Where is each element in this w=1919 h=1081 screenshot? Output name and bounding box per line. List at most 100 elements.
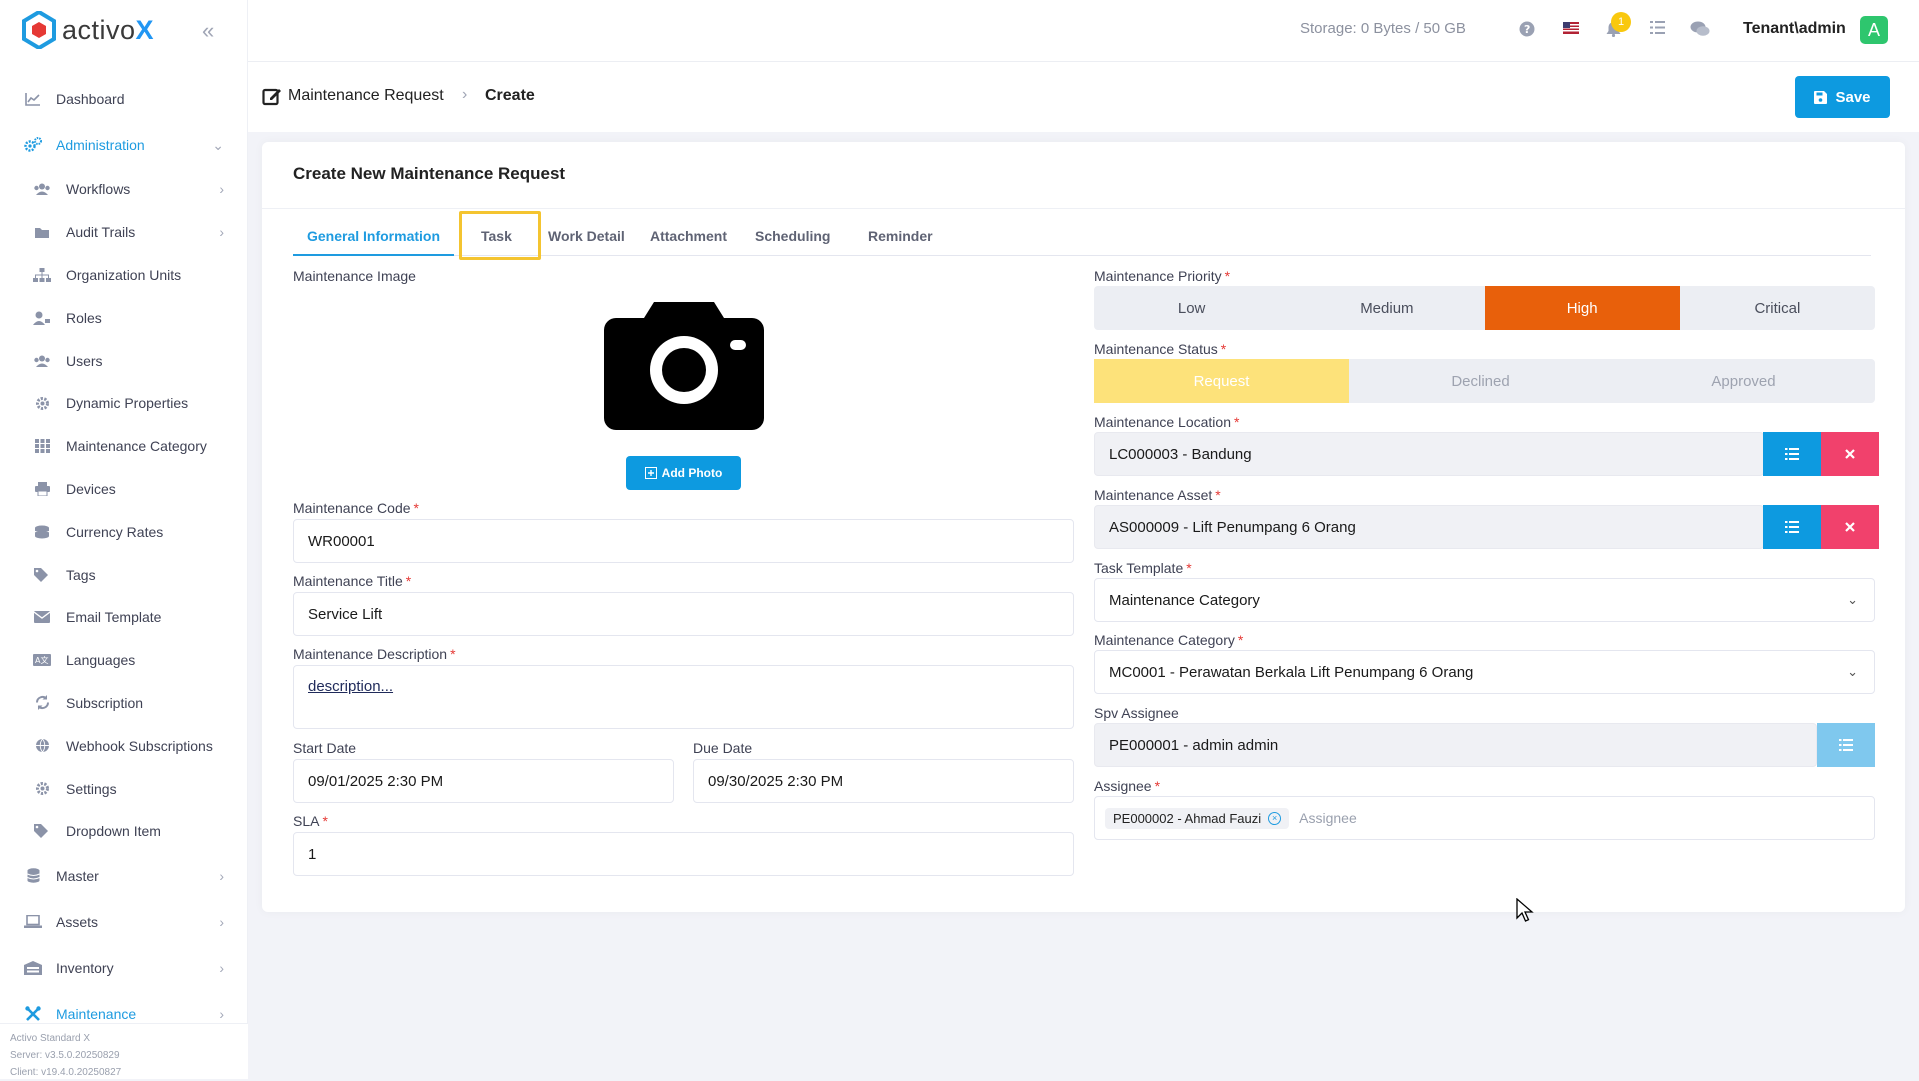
sidebar-item-tags[interactable]: Tags [0, 553, 248, 596]
sidebar-item-email-template[interactable]: Email Template [0, 596, 248, 639]
start-date-input[interactable]: 09/01/2025 2:30 PM [293, 759, 674, 803]
maintenance-description-textarea[interactable]: description... [293, 665, 1074, 729]
status-approved-option[interactable]: Approved [1612, 359, 1875, 403]
task-template-select[interactable]: Maintenance Category ⌄ [1094, 578, 1875, 622]
assignee-chip-label: PE000002 - Ahmad Fauzi [1113, 810, 1262, 826]
location-clear-button[interactable] [1821, 432, 1879, 476]
sidebar-item-label: Tags [66, 566, 96, 583]
current-user[interactable]: Tenant\admin [1743, 20, 1846, 38]
sla-input[interactable]: 1 [293, 832, 1074, 876]
maintenance-code-input[interactable]: WR00001 [293, 519, 1074, 563]
sidebar-item-languages[interactable]: A文 Languages [0, 639, 248, 682]
asset-lookup-button[interactable] [1763, 505, 1821, 549]
sidebar-item-label: Maintenance Category [66, 438, 207, 455]
sidebar-item-workflows[interactable]: Workflows › [0, 168, 248, 211]
gear-icon [31, 394, 53, 412]
sidebar-item-label: Users [66, 352, 103, 369]
chevron-down-icon: ⌄ [1847, 592, 1858, 607]
priority-low-option[interactable]: Low [1094, 286, 1289, 330]
help-icon[interactable]: ? [1518, 21, 1536, 39]
location-input[interactable]: LC000003 - Bandung [1094, 432, 1764, 476]
chevron-right-icon: › [219, 1005, 224, 1022]
sidebar-item-dropdown-item[interactable]: Dropdown Item [0, 810, 248, 853]
camera-icon [604, 302, 764, 430]
page-title: Create New Maintenance Request [293, 164, 566, 183]
sidebar-item-maintenance-category[interactable]: Maintenance Category [0, 425, 248, 468]
sidebar-item-administration[interactable]: Administration ⌄ [0, 122, 248, 168]
priority-high-option[interactable]: High [1484, 286, 1680, 330]
save-button[interactable]: Save [1795, 76, 1890, 118]
collapse-sidebar-icon[interactable]: « [202, 18, 214, 44]
location-label: Maintenance Location * [1094, 414, 1240, 430]
list-icon [1785, 521, 1799, 533]
edit-icon [262, 86, 282, 106]
grid-icon [31, 437, 53, 455]
priority-medium-option[interactable]: Medium [1289, 286, 1484, 330]
avatar[interactable]: A [1860, 16, 1888, 44]
sitemap-icon [31, 266, 53, 284]
client-version: Client: v19.4.0.20250827 [10, 1067, 122, 1078]
sidebar-item-organization-units[interactable]: Organization Units [0, 254, 248, 297]
sidebar-item-dashboard[interactable]: Dashboard [0, 76, 248, 122]
sidebar-item-audit-trails[interactable]: Audit Trails › [0, 211, 248, 254]
sidebar-item-users[interactable]: Users [0, 339, 248, 382]
asset-input[interactable]: AS000009 - Lift Penumpang 6 Orang [1094, 505, 1764, 549]
remove-chip-icon[interactable]: × [1268, 811, 1282, 825]
us-flag-icon[interactable] [1562, 21, 1580, 39]
image-add-icon [644, 467, 657, 479]
sidebar-item-devices[interactable]: Devices [0, 468, 248, 511]
sidebar-item-label: Subscription [66, 694, 144, 711]
location-lookup-button[interactable] [1763, 432, 1821, 476]
status-selector: Request Declined Approved [1094, 359, 1875, 403]
warehouse-icon [22, 959, 44, 977]
sidebar-item-label: Webhook Subscriptions [66, 737, 213, 754]
priority-label: Maintenance Priority * [1094, 268, 1231, 284]
chat-icon[interactable] [1690, 21, 1710, 39]
task-tab-highlight [459, 211, 541, 260]
add-photo-button[interactable]: Add Photo [626, 456, 741, 490]
tab-general-information[interactable]: General Information [293, 216, 455, 256]
sidebar-item-subscription[interactable]: Subscription [0, 682, 248, 725]
sidebar-item-inventory[interactable]: Inventory › [0, 945, 248, 991]
status-declined-option[interactable]: Declined [1349, 359, 1612, 403]
tab-scheduling[interactable]: Scheduling [755, 216, 830, 256]
sidebar-item-master[interactable]: Master › [0, 853, 248, 899]
sidebar-item-label: Languages [66, 652, 136, 669]
breadcrumb-current: Create [485, 87, 535, 104]
brand-name: activoX [62, 14, 155, 45]
tab-attachment[interactable]: Attachment [650, 216, 727, 256]
sidebar-item-label: Dropdown Item [66, 823, 161, 840]
spv-assignee-input[interactable]: PE000001 - admin admin [1094, 723, 1817, 767]
coins-icon [31, 523, 53, 541]
asset-clear-button[interactable] [1821, 505, 1879, 549]
assignee-input[interactable]: PE000002 - Ahmad Fauzi × Assignee [1094, 796, 1875, 840]
tab-reminder[interactable]: Reminder [868, 216, 933, 256]
category-select[interactable]: MC0001 - Perawatan Berkala Lift Penumpan… [1094, 650, 1875, 694]
chevron-down-icon: ⌄ [1847, 664, 1858, 679]
server-version: Server: v3.5.0.20250829 [10, 1050, 120, 1061]
close-icon [1845, 449, 1855, 459]
task-list-icon[interactable] [1648, 21, 1666, 39]
chart-line-icon [22, 90, 44, 108]
maintenance-title-input[interactable]: Service Lift [293, 592, 1074, 636]
sidebar-item-currency-rates[interactable]: Currency Rates [0, 510, 248, 553]
sync-icon [31, 694, 53, 712]
cogs-icon [22, 136, 44, 154]
tab-work-detail[interactable]: Work Detail [548, 216, 625, 256]
maintenance-description-label: Maintenance Description * [293, 646, 456, 662]
sidebar-item-assets[interactable]: Assets › [0, 899, 248, 945]
sidebar-item-dynamic-properties[interactable]: Dynamic Properties [0, 382, 248, 425]
mouse-cursor-icon [1516, 898, 1534, 922]
sidebar-item-roles[interactable]: Roles [0, 296, 248, 339]
sidebar-nav: Dashboard Administration ⌄ Workflows › A… [0, 76, 248, 1037]
tools-icon [22, 1005, 44, 1023]
svg-text:?: ? [1524, 23, 1530, 36]
spv-lookup-button[interactable] [1817, 723, 1875, 767]
priority-critical-option[interactable]: Critical [1680, 286, 1875, 330]
sidebar-item-settings[interactable]: Settings [0, 767, 248, 810]
status-request-option[interactable]: Request [1094, 359, 1349, 403]
sidebar-item-webhook-subscriptions[interactable]: Webhook Subscriptions [0, 724, 248, 767]
category-label: Maintenance Category * [1094, 632, 1244, 648]
breadcrumb-parent[interactable]: Maintenance Request [288, 87, 444, 105]
due-date-input[interactable]: 09/30/2025 2:30 PM [693, 759, 1074, 803]
